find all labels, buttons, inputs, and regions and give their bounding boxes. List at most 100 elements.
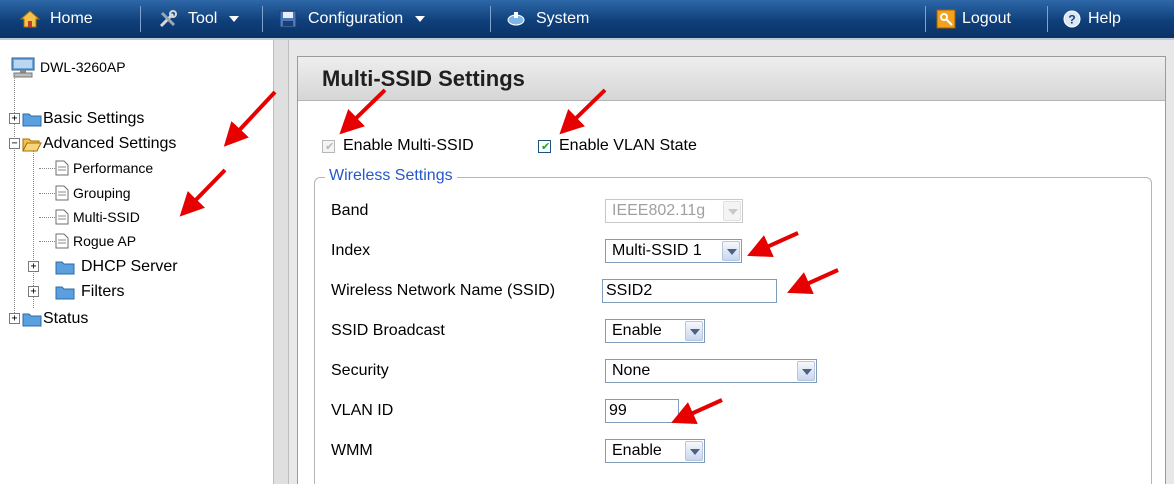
access-point-icon [11, 57, 35, 78]
index-label: Index [331, 242, 371, 259]
panel-header: Multi-SSID Settings [298, 57, 1165, 101]
menu-home-label: Home [50, 10, 93, 27]
tree-item-status[interactable]: Status [22, 310, 88, 328]
wmm-value: Enable [612, 442, 662, 459]
tree-root-label: DWL-3260AP [40, 59, 126, 75]
main-content: Multi-SSID Settings ✔ Enable Multi-SSID … [289, 40, 1174, 484]
menu-home[interactable]: Home [20, 0, 93, 38]
wmm-label: WMM [331, 442, 373, 459]
folder-icon [22, 311, 42, 327]
folder-icon [22, 111, 42, 127]
enable-vlan-row[interactable]: ✔ Enable VLAN State [538, 137, 697, 155]
tree-item-rogue-ap[interactable]: Rogue AP [55, 233, 136, 249]
security-label: Security [331, 362, 389, 379]
menu-separator [262, 6, 263, 32]
tree-connector [39, 241, 55, 242]
help-icon: ? [1063, 10, 1081, 28]
expand-icon[interactable]: + [28, 261, 39, 272]
enable-vlan-label: Enable VLAN State [559, 137, 697, 154]
enable-multi-ssid-label: Enable Multi-SSID [343, 137, 474, 154]
menu-help-label: Help [1088, 10, 1121, 27]
menu-tool[interactable]: Tool [158, 0, 240, 38]
page-title: Multi-SSID Settings [322, 66, 525, 91]
folder-icon [55, 284, 75, 300]
chevron-down-icon [685, 321, 703, 341]
menu-configuration-label: Configuration [308, 10, 404, 27]
chevron-down-icon [797, 361, 815, 381]
menu-configuration[interactable]: Configuration [278, 0, 426, 38]
tree-item-label: Rogue AP [73, 233, 137, 249]
tree-item-label: Advanced Settings [43, 135, 177, 152]
menu-logout-label: Logout [962, 10, 1011, 27]
page-icon [55, 209, 69, 225]
expand-icon[interactable]: + [28, 286, 39, 297]
band-label: Band [331, 202, 369, 219]
enable-multi-ssid-checkbox[interactable]: ✔ [322, 139, 335, 153]
page-icon [55, 233, 69, 249]
tree-item-dhcp-server[interactable]: DHCP Server [55, 258, 178, 276]
ssid-label: Wireless Network Name (SSID) [331, 282, 556, 299]
tree-item-filters[interactable]: Filters [55, 283, 125, 301]
chevron-down-icon [415, 16, 426, 22]
tree-root[interactable]: DWL-3260AP [10, 54, 126, 80]
svg-text:?: ? [1068, 13, 1075, 27]
menu-system-label: System [536, 10, 590, 27]
tree-item-basic-settings[interactable]: Basic Settings [22, 110, 144, 128]
ssid-broadcast-select[interactable]: Enable [605, 319, 705, 343]
key-icon [936, 9, 956, 29]
index-select[interactable]: Multi-SSID 1 [605, 239, 742, 263]
tree-item-advanced-settings[interactable]: Advanced Settings [22, 135, 176, 153]
floppy-disk-icon [279, 10, 297, 28]
wireless-settings-group: Wireless Settings Band IEEE802.11g Index… [314, 167, 1152, 484]
tree-item-label: Multi-SSID [73, 209, 140, 225]
top-menubar: Home Tool Configuration System Logout ? … [0, 0, 1174, 40]
security-value: None [612, 362, 651, 379]
menu-help[interactable]: ? Help [1062, 0, 1121, 38]
collapse-icon[interactable]: − [9, 138, 20, 149]
menu-separator [490, 6, 491, 32]
ssid-input[interactable]: SSID2 [602, 279, 777, 303]
security-select[interactable]: None [605, 359, 817, 383]
folder-open-icon [22, 136, 42, 152]
settings-panel: Multi-SSID Settings ✔ Enable Multi-SSID … [297, 56, 1166, 484]
expand-icon[interactable]: + [9, 113, 20, 124]
tree-item-label: DHCP Server [81, 258, 178, 275]
tree-item-label: Basic Settings [43, 110, 145, 127]
tree-item-performance[interactable]: Performance [55, 160, 153, 176]
enable-multi-ssid-row[interactable]: ✔ Enable Multi-SSID [322, 137, 474, 155]
ssid-broadcast-label: SSID Broadcast [331, 322, 445, 339]
wireless-settings-legend: Wireless Settings [325, 167, 457, 185]
tree-item-multi-ssid[interactable]: Multi-SSID [55, 209, 140, 225]
tree-connector [39, 193, 55, 194]
menu-separator [925, 6, 926, 32]
band-value: IEEE802.11g [612, 202, 706, 219]
wmm-select[interactable]: Enable [605, 439, 705, 463]
ssid-broadcast-value: Enable [612, 322, 662, 339]
tree-item-label: Grouping [73, 185, 131, 201]
pane-splitter[interactable] [273, 40, 289, 484]
checkmark-icon: ✔ [325, 140, 335, 153]
page-icon [55, 185, 69, 201]
chevron-down-icon [722, 241, 740, 261]
tree-connector [39, 217, 55, 218]
vlan-id-label: VLAN ID [331, 402, 394, 419]
folder-icon [55, 259, 75, 275]
tool-icon [159, 10, 177, 28]
chevron-down-icon [723, 201, 741, 221]
system-icon [507, 12, 525, 26]
menu-tool-label: Tool [188, 10, 218, 27]
enable-vlan-checkbox[interactable]: ✔ [538, 139, 551, 153]
checkmark-icon: ✔ [541, 140, 551, 153]
band-select[interactable]: IEEE802.11g [605, 199, 743, 223]
menu-logout[interactable]: Logout [936, 0, 1011, 38]
chevron-down-icon [685, 441, 703, 461]
expand-icon[interactable]: + [9, 313, 20, 324]
navigation-tree: DWL-3260AP Basic Settings + Advanced Set… [0, 40, 273, 484]
tree-item-label: Filters [81, 283, 125, 300]
tree-item-grouping[interactable]: Grouping [55, 185, 131, 201]
vlan-id-input[interactable]: 99 [605, 399, 679, 423]
tree-connector [39, 168, 55, 169]
tree-item-label: Performance [73, 160, 154, 176]
menu-system[interactable]: System [506, 0, 589, 38]
menu-separator [140, 6, 141, 32]
